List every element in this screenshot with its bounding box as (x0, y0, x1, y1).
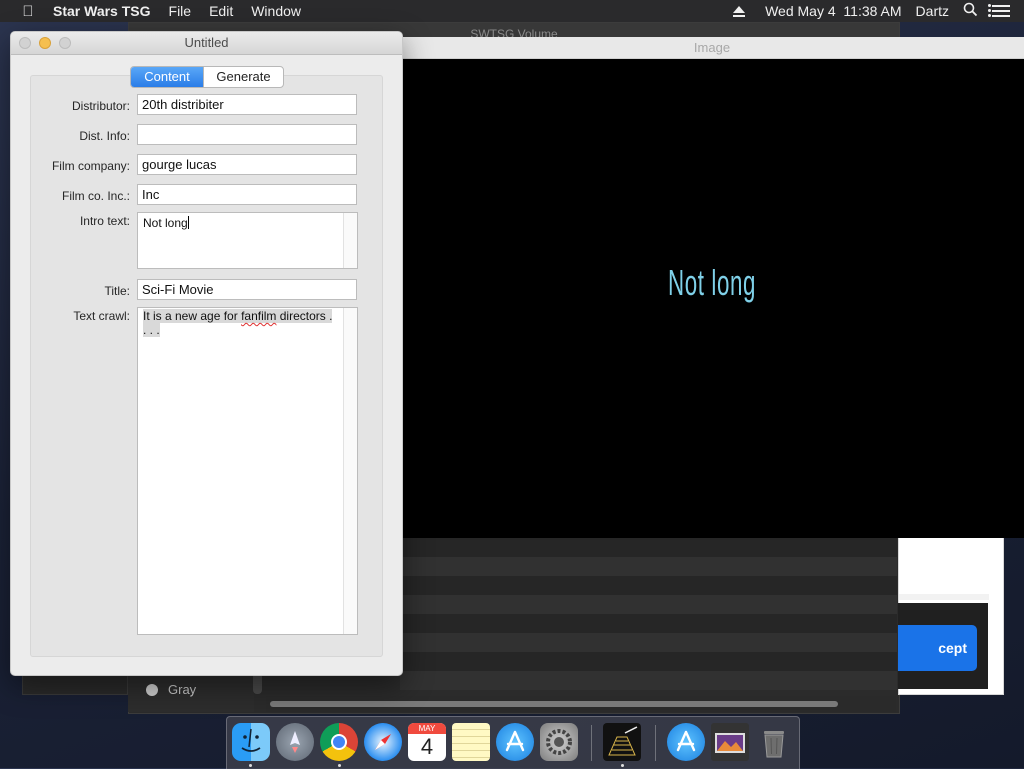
sidebar-item-gray[interactable]: Gray (146, 682, 196, 697)
zoom-button[interactable] (59, 37, 71, 49)
image-preview: Not long (400, 58, 1024, 538)
dist-info-field[interactable] (137, 124, 357, 145)
clock[interactable]: Wed May 4 11:38 AM (765, 3, 901, 19)
title-field[interactable]: Sci-Fi Movie (137, 279, 357, 300)
menu-edit[interactable]: Edit (209, 3, 233, 19)
text-crawl-area[interactable]: It is a new age for fanfilm directors . … (137, 307, 358, 635)
window-title-bar: Untitled (11, 32, 402, 55)
distributor-field[interactable]: 20th distribiter (137, 94, 357, 115)
tab-control: Content Generate (130, 66, 284, 88)
app-store-icon[interactable] (667, 723, 705, 761)
horizontal-scrollbar[interactable] (266, 696, 896, 712)
notes-icon[interactable] (452, 723, 490, 761)
menu-extras: Wed May 4 11:38 AM Dartz (733, 0, 1024, 22)
text-crawl-content: It is a new age for fanfilm directors . … (143, 309, 333, 337)
film-company-field[interactable]: gourge lucas (137, 154, 357, 175)
film-company-label: Film company: (51, 159, 130, 173)
film-co-inc-label: Film co. Inc.: (61, 189, 130, 203)
intro-text-scrollbar[interactable] (343, 213, 357, 268)
scrollbar-thumb[interactable] (270, 701, 838, 707)
notification-center-icon[interactable] (988, 2, 1010, 20)
app-store-icon[interactable] (496, 723, 534, 761)
finder-running-indicator (249, 764, 252, 767)
star-wars-tsg-icon[interactable] (603, 723, 641, 761)
untitled-window: Untitled Content Generate Distributor: 2… (10, 31, 403, 676)
calendar-icon[interactable]: MAY 4 (408, 723, 446, 761)
volume-file-list (400, 538, 897, 690)
distributor-label: Distributor: (71, 99, 130, 113)
tab-generate[interactable]: Generate (203, 67, 283, 87)
sidebar-item-label: Gray (168, 682, 197, 697)
dock-separator (655, 725, 656, 761)
dist-info-label: Dist. Info: (79, 129, 130, 143)
menu-file[interactable]: File (169, 3, 192, 19)
chrome-icon[interactable] (320, 723, 358, 761)
browser-band (899, 594, 989, 600)
finder-icon[interactable] (232, 723, 270, 761)
close-button[interactable] (19, 37, 31, 49)
spotlight-search-icon[interactable] (963, 2, 978, 20)
menu-window[interactable]: Window (251, 3, 301, 19)
traffic-lights (19, 37, 79, 49)
text-caret (187, 216, 189, 229)
image-window-title: Image (400, 37, 1024, 59)
text-crawl-label: Text crawl: (73, 309, 130, 323)
safari-icon[interactable] (364, 723, 402, 761)
app-menu[interactable]: Star Wars TSG (53, 3, 151, 19)
background-toolbar (22, 675, 128, 695)
minimize-button[interactable] (39, 37, 51, 49)
calendar-day: 4 (420, 734, 434, 759)
dock: MAY 4 (226, 716, 800, 769)
intro-text-content: Not long (143, 216, 189, 230)
system-preferences-icon[interactable] (540, 723, 578, 761)
chrome-running-indicator (338, 764, 341, 767)
image-window: Image Not long (400, 37, 1024, 538)
title-label: Title: (104, 284, 130, 298)
apple-menu-icon[interactable]:  (17, 3, 39, 20)
trash-icon[interactable] (755, 723, 793, 761)
star-wars-tsg-running-indicator (621, 764, 624, 767)
accept-button[interactable]: cept (898, 625, 977, 671)
photo-viewer-icon[interactable] (711, 723, 749, 761)
user-menu[interactable]: Dartz (916, 3, 949, 19)
window-title: Untitled (184, 35, 229, 50)
gray-dot-icon (146, 683, 158, 696)
film-co-inc-field[interactable]: Inc (137, 184, 357, 205)
text-crawl-scrollbar[interactable] (343, 308, 357, 634)
menu-bar:  Star Wars TSG File Edit Window Wed May… (0, 0, 1024, 22)
intro-text-area[interactable]: Not long (137, 212, 358, 269)
misspelled-word: fanfilm (241, 309, 277, 323)
eject-icon[interactable] (733, 5, 746, 17)
intro-text-label: Intro text: (79, 214, 130, 228)
preview-text: Not long (667, 262, 757, 303)
launchpad-icon[interactable] (276, 723, 314, 761)
dock-separator (591, 725, 592, 761)
tab-content[interactable]: Content (131, 67, 203, 87)
calendar-month: MAY (408, 723, 446, 734)
